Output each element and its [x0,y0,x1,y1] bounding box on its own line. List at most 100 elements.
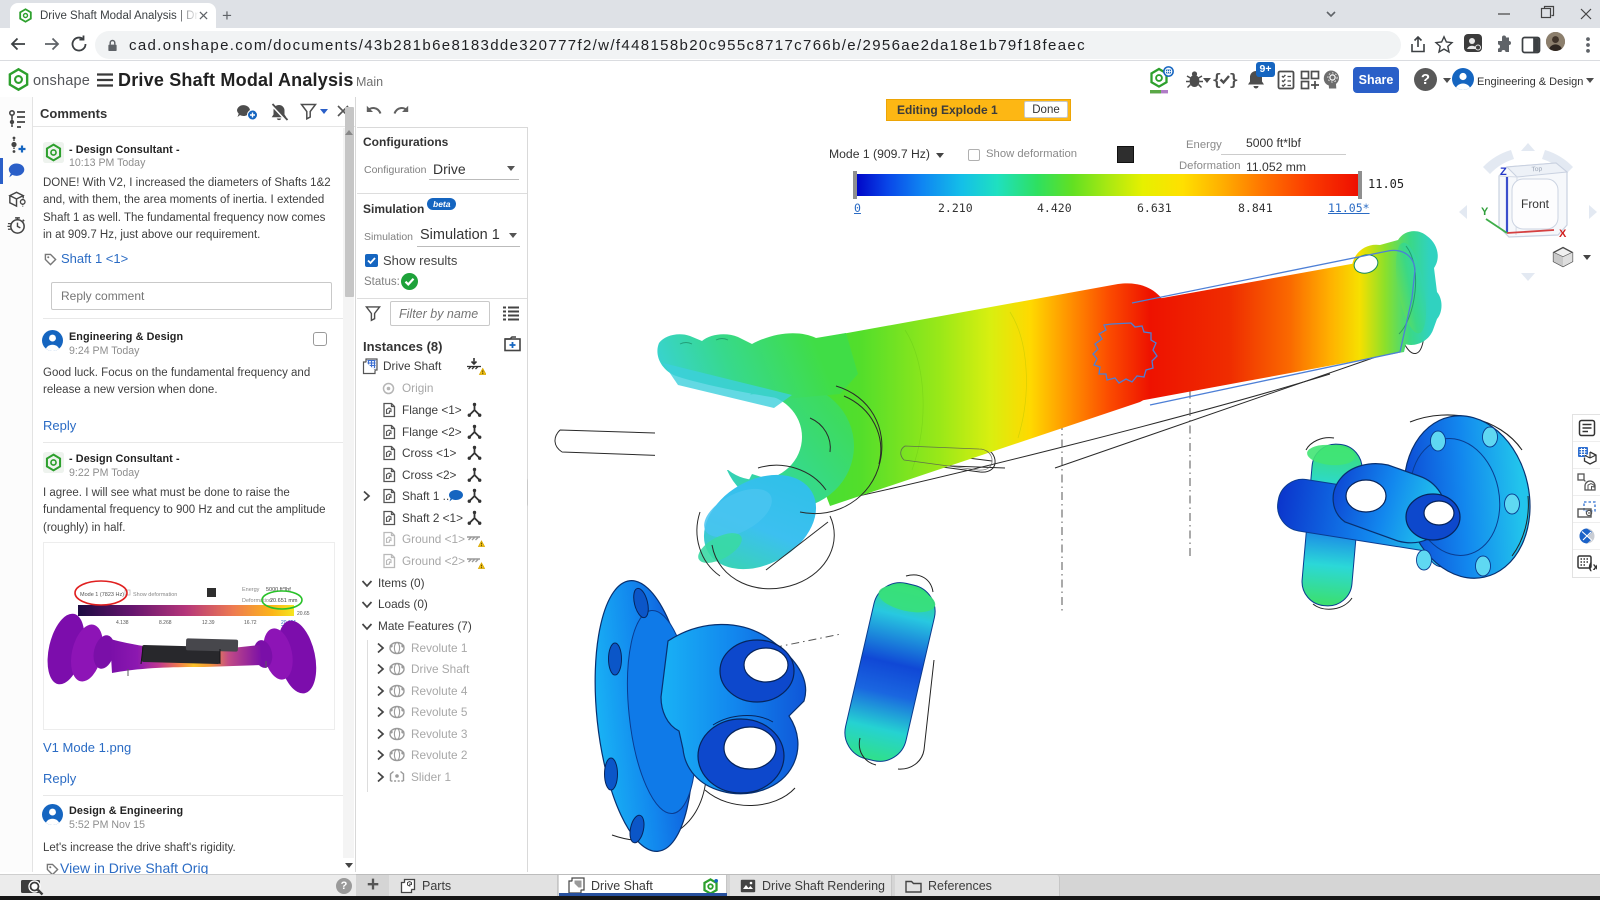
tab-references[interactable]: References [895,875,1060,896]
tree-mate-revolute-5[interactable]: Revolute 5 [356,702,526,723]
tree-section-items[interactable]: Items (0) [356,573,526,594]
scale-tick-max[interactable]: 11.05* [1328,201,1370,215]
appearance-button[interactable] [1573,523,1600,550]
named-views-button[interactable]: (x) [1573,550,1600,577]
main-menu-icon[interactable] [96,73,114,87]
onshape-status-icon[interactable] [1148,65,1176,95]
tree-mate-revolute-2[interactable]: Revolute 2 [356,745,526,766]
new-tab-button[interactable]: + [216,5,238,27]
mute-notifications-icon[interactable] [269,103,289,122]
browser-tab[interactable]: Drive Shaft Modal Analysis | Driv [10,3,216,28]
tree-item-flange[interactable]: Flange <1> [356,400,526,421]
comment-indicator-icon[interactable] [448,489,464,503]
browser-menu-icon[interactable] [1578,35,1598,55]
help-caret[interactable] [1443,78,1451,83]
account-avatar[interactable] [1452,68,1474,90]
browser-profile-avatar[interactable] [1546,32,1565,51]
versions-icon[interactable] [7,135,27,155]
side-panel-icon[interactable] [1521,35,1541,55]
done-button[interactable]: Done [1024,101,1068,118]
tree-item-shaft[interactable]: Shaft 2 <1> [356,508,526,529]
apps-grid-icon[interactable] [1300,70,1320,90]
learning-center-icon[interactable] [1322,69,1342,90]
history-icon[interactable] [7,215,27,235]
tree-section-mate-features[interactable]: Mate Features (7) [356,616,526,637]
collapse-chevron-icon[interactable] [361,600,373,609]
reload-button[interactable] [69,34,89,54]
feedback-icon[interactable]: {} [1212,70,1238,89]
expand-chevron-icon[interactable] [376,685,385,697]
tree-item-flange[interactable]: Flange <2> [356,422,526,443]
scale-tick-min[interactable]: 0 [854,201,861,215]
report-bug-caret[interactable] [1203,78,1211,83]
collapse-chevron-icon[interactable] [361,579,373,588]
energy-field[interactable]: 5000 ft*lbf [1221,135,1346,155]
bookmark-star-icon[interactable] [1434,35,1454,55]
release-notes-icon[interactable] [1277,70,1295,90]
deformed-color-swatch[interactable] [1117,146,1134,163]
collapse-chevron-icon[interactable] [361,622,373,631]
tree-item-ground[interactable]: Ground <2> [356,551,526,572]
tab-close-icon[interactable] [199,11,208,20]
comments-panel-icon[interactable] [7,161,27,181]
extensions-puzzle-icon[interactable] [1494,35,1514,55]
share-page-icon[interactable] [1408,35,1428,55]
tree-item-ground[interactable]: Ground <1> [356,529,526,550]
tab-drive-shaft-rendering[interactable]: Drive Shaft Rendering [730,875,892,896]
expand-chevron-icon[interactable] [376,706,385,718]
expand-chevron-icon[interactable] [376,749,385,761]
reply-link[interactable]: Reply [43,418,76,433]
expand-chevron-icon[interactable] [376,728,385,740]
attachment-link[interactable]: V1 Mode 1.png [43,740,131,755]
account-name[interactable]: Engineering & Design [1477,76,1583,88]
reply-comment-input[interactable] [51,282,332,310]
reply-link[interactable]: Reply [43,771,76,786]
comment-attachment-image[interactable]: Mode 1 (7823 Hz) Show deformation Energy… [43,542,335,730]
isometric-view-button[interactable] [1551,246,1575,268]
document-panel-icon[interactable] [7,109,27,129]
comment-part-tag[interactable]: Shaft 1 <1> [61,251,128,266]
tree-mate-revolute-1[interactable]: Revolute 1 [356,638,526,659]
parts-list-icon[interactable] [7,189,27,209]
view-cube[interactable]: Front Top Z X Y [1453,137,1600,287]
view-menu-caret[interactable] [1583,255,1591,260]
expand-chevron-icon[interactable] [376,771,385,783]
result-color-scale[interactable] [857,174,1358,196]
mode-select-caret[interactable] [936,153,944,158]
scrollbar-up-arrow[interactable] [345,130,353,135]
scale-handle-left[interactable] [853,171,857,199]
tree-item-shaft[interactable]: Shaft 1 ... [356,486,526,507]
configurations-button[interactable] [1573,442,1600,469]
expand-chevron-icon[interactable] [376,642,385,654]
mode-select[interactable]: Mode 1 (909.7 Hz) [829,147,930,161]
share-button[interactable]: Share [1353,67,1399,93]
scrollbar-down-arrow[interactable] [345,863,353,868]
tree-item-cross[interactable]: Cross <2> [356,465,526,486]
expand-chevron-icon[interactable] [376,663,385,675]
back-button[interactable] [8,34,28,54]
scale-handle-right[interactable] [1358,171,1362,199]
extension-avatar-icon[interactable] [1463,33,1483,53]
onshape-logo-icon[interactable] [6,67,31,92]
comments-scrollbar-thumb[interactable] [345,107,354,297]
tree-mate-revolute-4[interactable]: Revolute 4 [356,681,526,702]
tree-section-loads[interactable]: Loads (0) [356,594,526,615]
resolve-checkbox[interactable] [313,332,327,346]
tree-item-cross[interactable]: Cross <1> [356,443,526,464]
filter-comments-caret[interactable] [320,109,328,114]
incontext-button[interactable] [1573,469,1600,496]
tab-drive-shaft[interactable]: Drive Shaft [559,875,727,896]
tree-item-drive-shaft[interactable]: Drive Shaft [356,356,526,377]
help-footer-button[interactable]: ? [336,878,352,894]
tab-search-chevron[interactable] [1322,0,1340,28]
tree-mate-revolute-3[interactable]: Revolute 3 [356,724,526,745]
window-minimize-button[interactable] [1490,0,1518,28]
forward-button[interactable] [42,34,62,54]
help-button[interactable]: ? [1414,68,1437,91]
tree-mate-drive-shaft[interactable]: Drive Shaft [356,659,526,680]
window-close-button[interactable] [1572,0,1600,28]
graphics-viewport[interactable]: Editing Explode 1 Done Mode 1 (909.7 Hz)… [528,97,1600,872]
tree-mate-slider-1[interactable]: Slider 1 [356,767,526,788]
show-deformation-checkbox[interactable] [968,149,980,161]
new-comment-icon[interactable] [236,104,258,121]
